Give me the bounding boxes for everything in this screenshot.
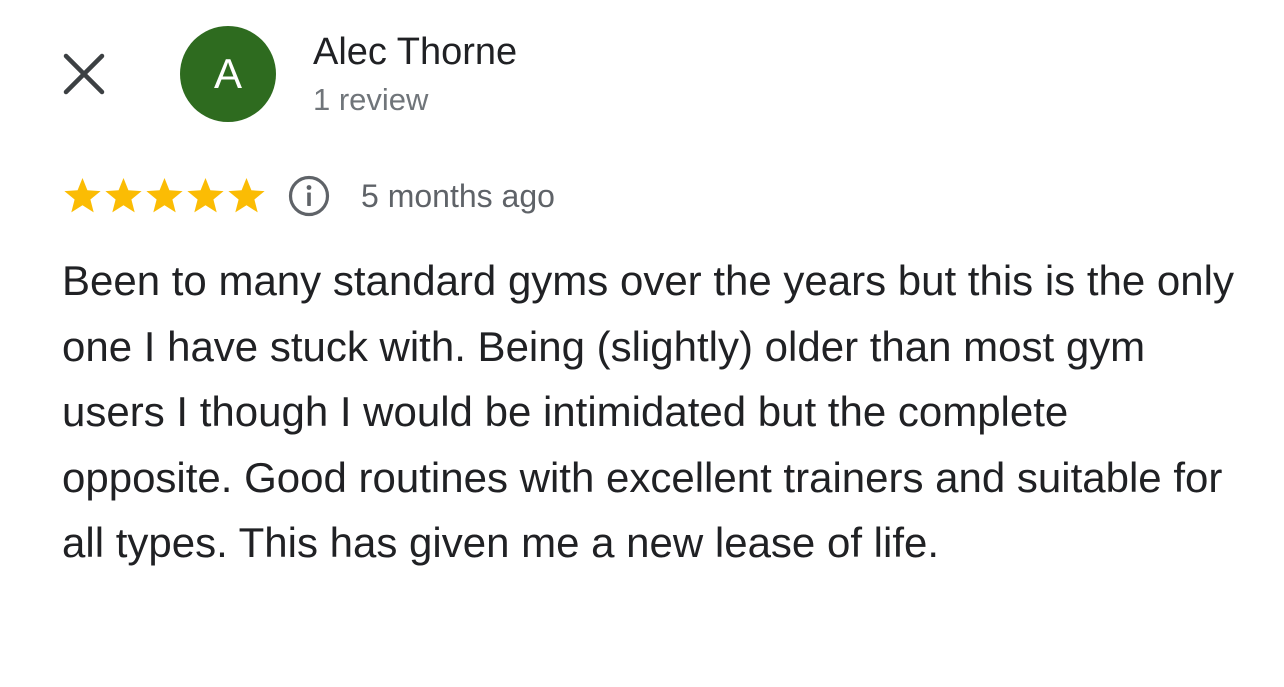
author-review-count: 1 review (313, 82, 429, 117)
info-icon[interactable] (287, 174, 331, 218)
author-name[interactable]: Alec Thorne (313, 30, 517, 74)
review-time-ago: 5 months ago (361, 178, 555, 214)
avatar-letter: A (213, 50, 242, 97)
star-icon (146, 178, 183, 213)
star-icon (64, 178, 101, 213)
avatar[interactable]: A (180, 26, 276, 122)
star-rating (62, 176, 267, 216)
star-icon (187, 178, 224, 213)
star-icon (228, 178, 265, 213)
rating-row: 5 months ago (62, 172, 555, 220)
close-icon (63, 53, 105, 95)
close-button[interactable] (56, 46, 112, 102)
star-icon (105, 178, 142, 213)
review-text: Been to many standard gyms over the year… (62, 257, 1234, 566)
